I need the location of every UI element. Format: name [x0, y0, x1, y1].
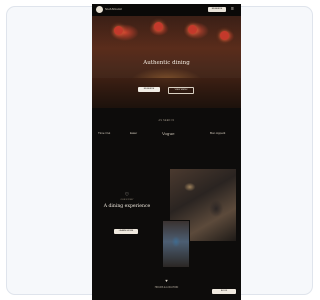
top-nav: SHANGHAI RESERVE ≡	[92, 4, 241, 16]
hamburger-icon[interactable]: ≡	[231, 7, 234, 12]
about-eyebrow: OUR STORY	[120, 199, 134, 201]
press-logo: Vogue	[162, 131, 175, 136]
about-section: ♡ OUR STORY A dining experience LEARN MO…	[92, 164, 241, 274]
about-copy: ♡ OUR STORY A dining experience	[94, 192, 160, 209]
brand-name[interactable]: SHANGHAI	[105, 7, 122, 11]
lantern-icon	[188, 25, 197, 34]
press-logo: Eater	[130, 131, 138, 135]
hero-counter-image	[92, 78, 241, 108]
hero-title: Authentic dining	[143, 60, 190, 66]
about-title: A dining experience	[103, 204, 151, 209]
press-heading: AS SEEN IN	[158, 120, 175, 122]
heart-icon: ♡	[124, 192, 130, 198]
logo-icon[interactable]	[96, 6, 103, 13]
footer-icon: ♥	[165, 278, 168, 283]
footer-section: ♥ HOURS & LOCATION BOOK	[92, 276, 241, 300]
lantern-icon	[114, 26, 123, 35]
website-screenshot: SHANGHAI RESERVE ≡ Authentic dining RESE…	[92, 4, 241, 300]
hero-primary-button[interactable]: RESERVE	[138, 87, 160, 92]
press-logo: Bon Appetit	[210, 131, 226, 135]
lantern-icon	[154, 22, 163, 31]
nav-reserve-button[interactable]: RESERVE	[208, 7, 226, 12]
restaurant-detail-photo	[162, 220, 190, 268]
about-button[interactable]: LEARN MORE	[114, 229, 138, 234]
press-logo: Time Out	[98, 131, 111, 135]
footer-button[interactable]: BOOK	[212, 289, 236, 294]
press-section: AS SEEN IN Time Out Eater Vogue Bon Appe…	[92, 120, 241, 150]
hero-section: Authentic dining RESERVE VIEW MENU	[92, 16, 241, 108]
lantern-icon	[220, 31, 229, 40]
hero-secondary-button[interactable]: VIEW MENU	[168, 87, 194, 94]
